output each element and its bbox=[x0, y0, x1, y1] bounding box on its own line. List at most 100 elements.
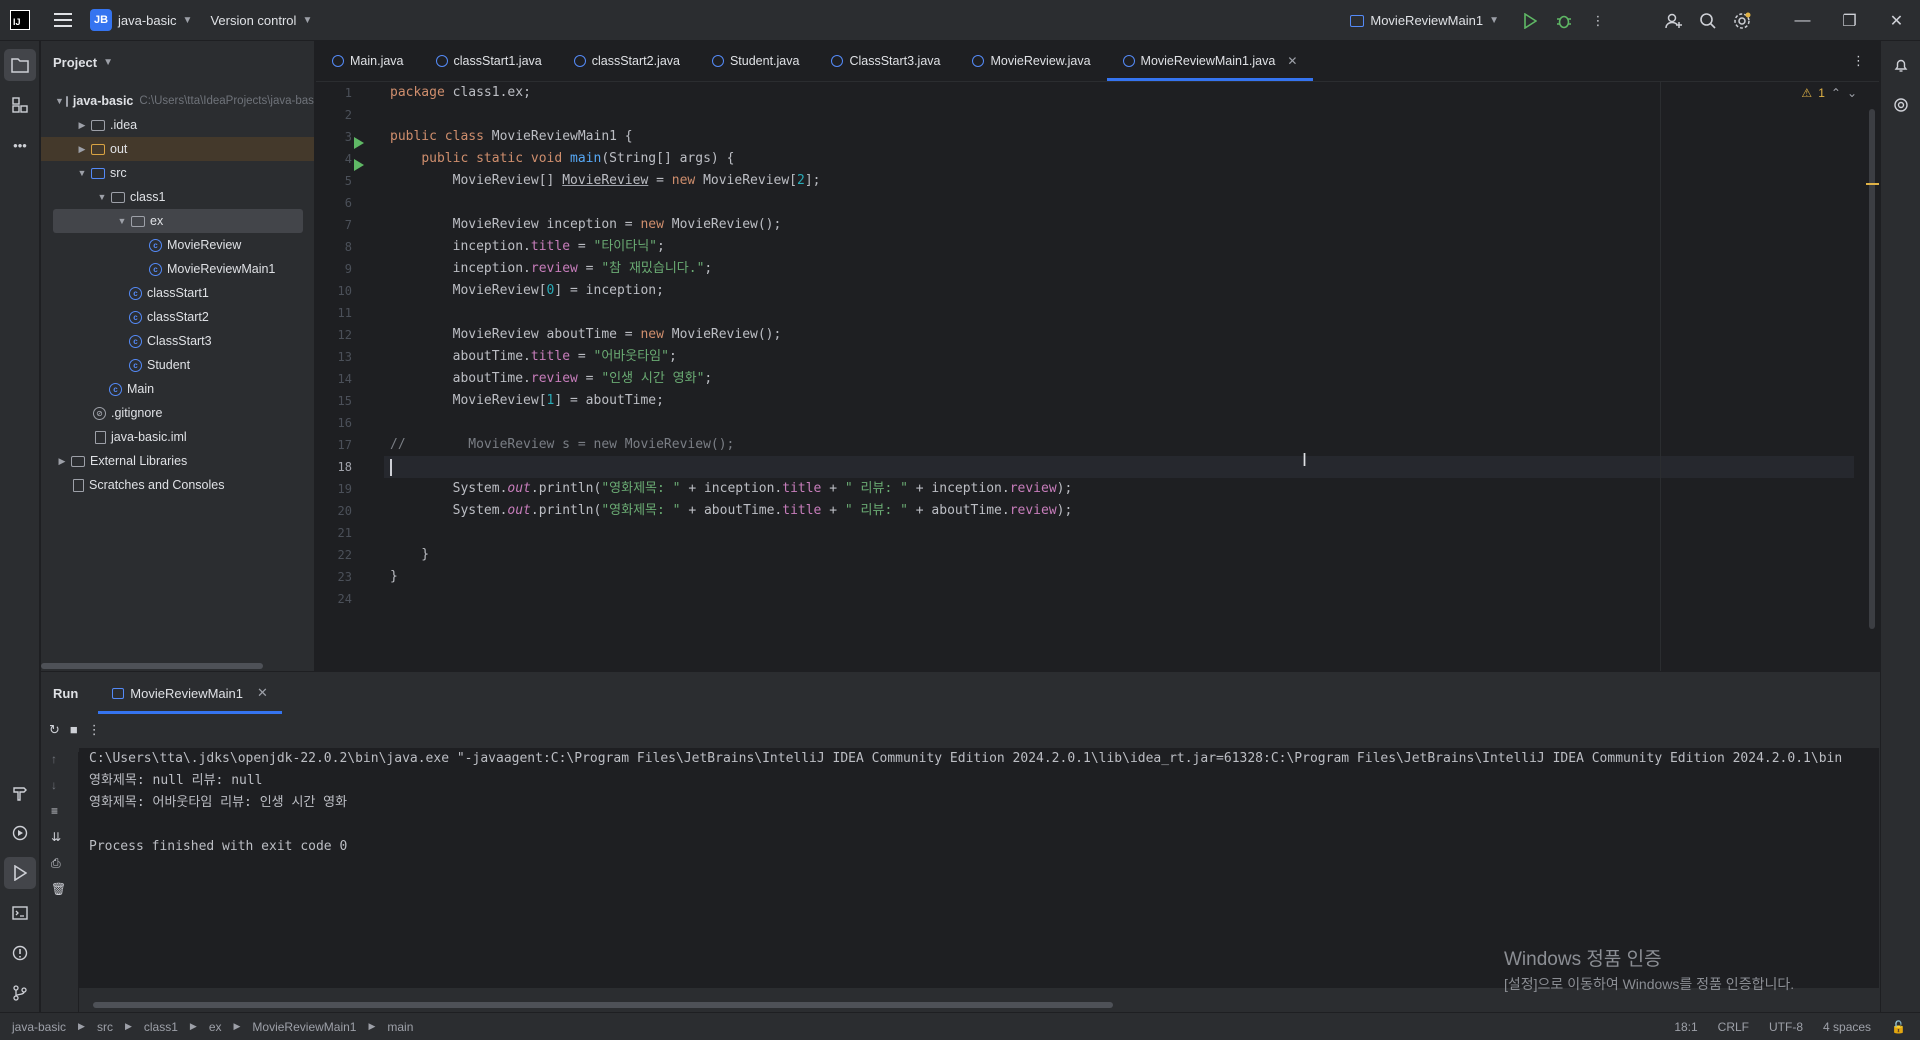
tree-item-idea[interactable]: ▶ .idea bbox=[41, 113, 314, 137]
tree-item-classstart3[interactable]: c ClassStart3 bbox=[41, 329, 314, 353]
tree-item-out[interactable]: ▶ out bbox=[41, 137, 314, 161]
code-area[interactable]: package class1.ex; public class MovieRev… bbox=[384, 82, 1854, 671]
arrow-up-icon[interactable]: ↑ bbox=[51, 752, 57, 766]
build-tool-button[interactable] bbox=[4, 777, 36, 809]
tree-item-main[interactable]: c Main bbox=[41, 377, 314, 401]
restore-button[interactable]: ❐ bbox=[1826, 0, 1873, 41]
line-number: 17 bbox=[337, 438, 352, 452]
tree-item-label: MovieReviewMain1 bbox=[167, 262, 276, 276]
tree-item-src[interactable]: ▼ src bbox=[41, 161, 314, 185]
warning-stripe-marker[interactable] bbox=[1866, 183, 1879, 185]
tab-classstart3-java[interactable]: ClassStart3.java bbox=[815, 40, 956, 81]
class-icon: c bbox=[109, 382, 122, 396]
tree-item-class1[interactable]: ▼ class1 bbox=[41, 185, 314, 209]
console-horizontal-scrollbar[interactable] bbox=[93, 1002, 1113, 1008]
tree-item-ex[interactable]: ▼ ex bbox=[53, 209, 303, 233]
project-panel-header[interactable]: Project ▼ bbox=[41, 41, 314, 83]
ai-assistant-button[interactable] bbox=[1885, 89, 1917, 121]
git-tool-button[interactable] bbox=[4, 977, 36, 1009]
code-line: MovieReview[] MovieReview = new MovieRev… bbox=[390, 173, 821, 188]
vcs-menu[interactable]: Version control ▼ bbox=[210, 13, 312, 28]
print-icon[interactable]: ⎙ bbox=[51, 856, 61, 871]
chevron-down-icon[interactable]: ⌄ bbox=[1847, 86, 1857, 100]
breadcrumb-item[interactable]: MovieReviewMain1 bbox=[252, 1020, 356, 1034]
problems-tool-button[interactable] bbox=[4, 937, 36, 969]
notifications-button[interactable] bbox=[1885, 49, 1917, 81]
tree-item-label: External Libraries bbox=[90, 454, 188, 468]
run-icon bbox=[1524, 12, 1537, 29]
tab-main-java[interactable]: Main.java bbox=[316, 40, 420, 81]
tree-item-gitignore[interactable]: ⊘ .gitignore bbox=[41, 401, 314, 425]
services-tool-button[interactable] bbox=[4, 817, 36, 849]
project-tool-button[interactable] bbox=[4, 49, 36, 81]
file-encoding[interactable]: UTF-8 bbox=[1769, 1020, 1803, 1034]
tree-item-moviereview[interactable]: c MovieReview bbox=[41, 233, 314, 257]
tab-student-java[interactable]: Student.java bbox=[696, 40, 816, 81]
tab-classstart2-java[interactable]: classStart2.java bbox=[558, 40, 696, 81]
run-class-icon[interactable] bbox=[354, 137, 364, 149]
arrow-down-icon[interactable]: ↓ bbox=[51, 778, 57, 792]
more-vertical-icon[interactable]: ⋮ bbox=[88, 722, 101, 738]
tab-moviereviewmain1-java[interactable]: MovieReviewMain1.java ✕ bbox=[1106, 40, 1314, 81]
run-button[interactable] bbox=[1513, 4, 1547, 38]
trash-icon[interactable]: 🗑 bbox=[51, 882, 66, 896]
tree-item-root[interactable]: ▼ java-basic C:\Users\tta\IdeaProjects\j… bbox=[41, 89, 314, 113]
breadcrumb-item[interactable]: java-basic bbox=[12, 1020, 66, 1034]
tree-item-moviereviewmain1[interactable]: c MovieReviewMain1 bbox=[41, 257, 314, 281]
indent-setting[interactable]: 4 spaces bbox=[1823, 1020, 1871, 1034]
more-actions-button[interactable]: ⋮ bbox=[1581, 4, 1615, 38]
run-config-selector[interactable]: MovieReviewMain1 ▼ bbox=[1350, 13, 1499, 28]
line-separator[interactable]: CRLF bbox=[1718, 1020, 1749, 1034]
horizontal-scrollbar[interactable] bbox=[41, 663, 263, 669]
search-button[interactable] bbox=[1691, 4, 1725, 38]
close-tab-icon[interactable]: ✕ bbox=[1287, 54, 1297, 68]
tree-item-label: classStart2 bbox=[147, 310, 209, 324]
class-icon bbox=[332, 54, 344, 67]
bell-icon bbox=[1894, 59, 1908, 72]
main-menu-icon[interactable] bbox=[54, 13, 72, 27]
line-number: 19 bbox=[337, 482, 352, 496]
folder-icon bbox=[11, 58, 29, 73]
tree-item-scratches[interactable]: Scratches and Consoles bbox=[41, 473, 314, 497]
rerun-icon[interactable]: ↻ bbox=[49, 722, 60, 738]
tab-moviereview-java[interactable]: MovieReview.java bbox=[956, 40, 1106, 81]
minimize-button[interactable]: — bbox=[1779, 0, 1826, 41]
run-tool-button[interactable] bbox=[4, 857, 36, 889]
terminal-tool-button[interactable] bbox=[4, 897, 36, 929]
project-panel: Project ▼ ▼ java-basic C:\Users\tta\Idea… bbox=[41, 41, 315, 671]
run-method-icon[interactable] bbox=[354, 159, 364, 171]
project-switcher[interactable]: JB java-basic ▼ bbox=[90, 9, 192, 31]
run-tab[interactable]: MovieReviewMain1 ✕ bbox=[98, 672, 282, 714]
breadcrumb-item[interactable]: src bbox=[97, 1020, 113, 1034]
more-tools-button[interactable]: ••• bbox=[4, 129, 36, 161]
tab-classstart1-java[interactable]: classStart1.java bbox=[420, 40, 558, 81]
tab-label: MovieReviewMain1.java bbox=[1140, 53, 1276, 68]
chevron-up-icon[interactable]: ⌃ bbox=[1831, 86, 1841, 100]
close-window-button[interactable]: ✕ bbox=[1873, 0, 1920, 41]
breadcrumb-item[interactable]: ex bbox=[209, 1020, 222, 1034]
inspection-widget[interactable]: ⚠ 1 ⌃ ⌄ bbox=[1801, 86, 1857, 100]
tree-item-student[interactable]: c Student bbox=[41, 353, 314, 377]
structure-tool-button[interactable] bbox=[4, 89, 36, 121]
soft-wrap-icon[interactable]: ≡ bbox=[51, 804, 58, 818]
cursor-position[interactable]: 18:1 bbox=[1674, 1020, 1697, 1034]
tree-item-external-libraries[interactable]: ▶ External Libraries bbox=[41, 449, 314, 473]
debug-button[interactable] bbox=[1547, 4, 1581, 38]
stop-icon[interactable]: ■ bbox=[70, 722, 78, 738]
hammer-icon bbox=[13, 787, 27, 801]
tree-item-classstart1[interactable]: c classStart1 bbox=[41, 281, 314, 305]
breadcrumb-item[interactable]: class1 bbox=[144, 1020, 178, 1034]
folder-icon bbox=[65, 95, 68, 107]
lock-icon[interactable]: 🔓 bbox=[1891, 1020, 1906, 1034]
code-with-me-button[interactable] bbox=[1657, 4, 1691, 38]
close-tab-icon[interactable]: ✕ bbox=[257, 685, 268, 701]
breadcrumb-item[interactable]: main bbox=[387, 1020, 413, 1034]
line-number: 14 bbox=[337, 372, 352, 386]
tree-item-classstart2[interactable]: c classStart2 bbox=[41, 305, 314, 329]
settings-button[interactable] bbox=[1725, 4, 1759, 38]
terminal-icon bbox=[12, 906, 28, 920]
scroll-to-end-icon[interactable]: ⇊ bbox=[51, 830, 61, 844]
tree-item-iml[interactable]: java-basic.iml bbox=[41, 425, 314, 449]
vertical-scrollbar[interactable] bbox=[1869, 109, 1875, 629]
more-vertical-icon[interactable]: ⋮ bbox=[1852, 53, 1865, 69]
